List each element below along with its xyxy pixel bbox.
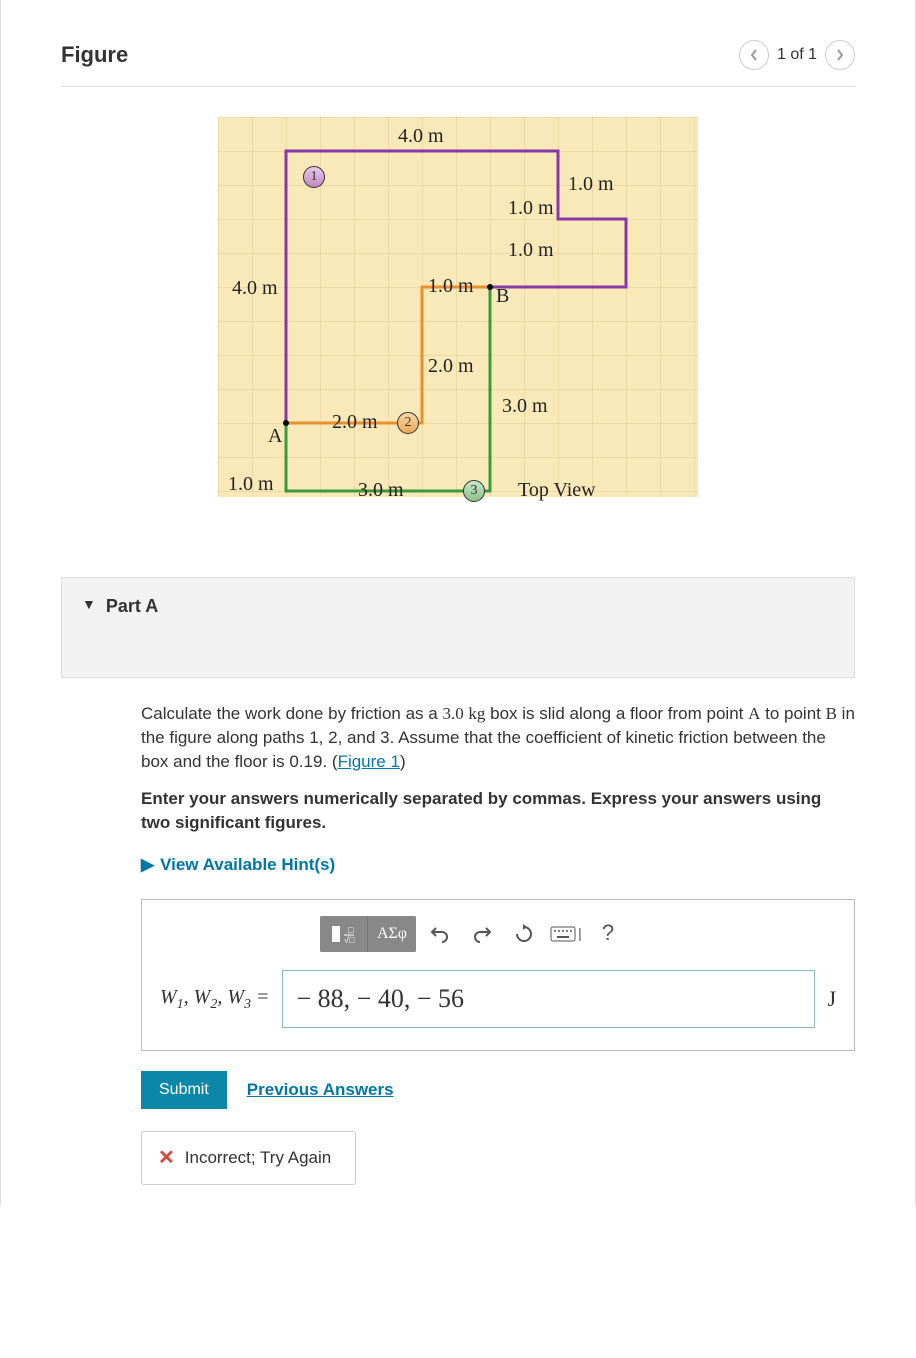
caret-right-icon: ▶ — [141, 853, 154, 877]
path-marker-1: 1 — [303, 166, 325, 188]
answer-unit: J — [827, 984, 836, 1015]
greek-button[interactable]: ΑΣφ — [368, 916, 416, 952]
dim-right-top: 1.0 m — [568, 173, 614, 196]
fraction-icon: □√□ — [330, 924, 358, 944]
figure-link[interactable]: Figure 1 — [338, 752, 400, 771]
redo-button[interactable] — [464, 918, 500, 950]
path-marker-3: 3 — [463, 480, 485, 502]
undo-button[interactable] — [422, 918, 458, 950]
view-hints-button[interactable]: ▶ View Available Hint(s) — [141, 853, 855, 877]
reset-icon — [514, 924, 534, 944]
dim-left-bottom: 1.0 m — [228, 473, 274, 496]
point-B-dot — [487, 284, 493, 290]
part-a-section: ▼ Part A Calculate the work done by fric… — [61, 577, 855, 1185]
dim-green-v: 2.0 m — [428, 355, 474, 378]
svg-text:□: □ — [348, 925, 354, 935]
pager-text: 1 of 1 — [777, 46, 817, 64]
top-view-label: Top View — [518, 479, 596, 502]
pager-prev-button[interactable] — [739, 40, 769, 70]
answer-box: □√□ ΑΣφ | — [141, 899, 855, 1051]
dim-bottom: 3.0 m — [358, 479, 404, 502]
undo-icon — [430, 925, 450, 943]
figure-diagram: 1 2 3 4.0 m 4.0 m 1.0 m 1.0 m 1.0 m 1.0 … — [218, 117, 698, 497]
redo-icon — [472, 925, 492, 943]
template-button[interactable]: □√□ — [320, 916, 368, 952]
feedback-box: ✕ Incorrect; Try Again — [141, 1131, 356, 1185]
feedback-text: Incorrect; Try Again — [185, 1146, 331, 1170]
dim-orange-h: 2.0 m — [332, 411, 378, 434]
reset-button[interactable] — [506, 918, 542, 950]
dim-notch-v: 1.0 m — [508, 239, 554, 262]
hints-label: View Available Hint(s) — [160, 853, 335, 877]
part-a-header[interactable]: ▼ Part A — [61, 577, 855, 678]
keyboard-icon — [550, 926, 576, 942]
chevron-left-icon — [749, 48, 759, 62]
incorrect-icon: ✕ — [158, 1144, 175, 1172]
svg-text:√□: √□ — [344, 935, 355, 944]
previous-answers-link[interactable]: Previous Answers — [247, 1078, 394, 1102]
dim-right-3: 3.0 m — [502, 395, 548, 418]
figure-pager: 1 of 1 — [739, 40, 855, 70]
question-text: Calculate the work done by friction as a… — [141, 702, 855, 773]
path-marker-2: 2 — [397, 412, 419, 434]
answer-toolbar: □√□ ΑΣφ | — [320, 916, 836, 952]
point-A-dot — [283, 420, 289, 426]
caret-down-icon: ▼ — [82, 596, 96, 612]
help-button[interactable]: ? — [590, 918, 626, 950]
point-A-label: A — [268, 425, 282, 448]
point-B-label: B — [496, 285, 509, 308]
dim-notch-h: 1.0 m — [508, 197, 554, 220]
dim-left: 4.0 m — [232, 277, 278, 300]
submit-button[interactable]: Submit — [141, 1071, 227, 1109]
keyboard-button[interactable]: | — [548, 918, 584, 950]
part-a-title: Part A — [106, 596, 158, 617]
pager-next-button[interactable] — [825, 40, 855, 70]
answer-input[interactable]: − 88, − 40, − 56 — [282, 970, 816, 1028]
chevron-right-icon — [835, 48, 845, 62]
dim-mid-h: 1.0 m — [428, 275, 474, 298]
figure-header: Figure 1 of 1 — [61, 40, 855, 87]
paths-svg — [218, 117, 698, 497]
figure-title: Figure — [61, 42, 128, 68]
dim-top: 4.0 m — [398, 125, 444, 148]
instruction-text: Enter your answers numerically separated… — [141, 787, 855, 835]
answer-variable-label: W1, W2, W3 = — [160, 983, 270, 1015]
